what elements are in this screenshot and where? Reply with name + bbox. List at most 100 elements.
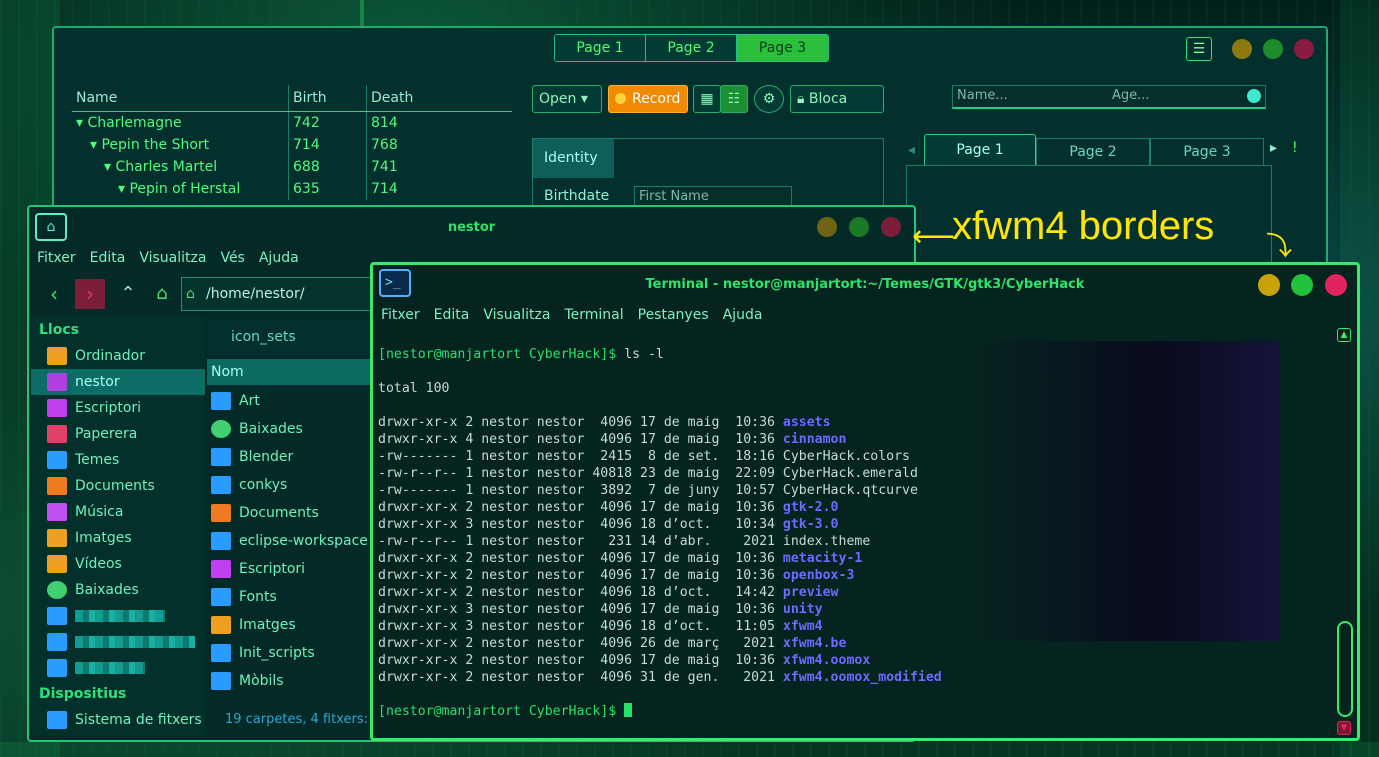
location-bar[interactable]: ⌂ /home/nestor/ — [181, 277, 381, 311]
right-notebook-prev[interactable]: ◂ — [908, 142, 915, 158]
terminal-output[interactable]: [nestor@manjartort CyberHack]$ ls -l tot… — [378, 329, 942, 738]
settings-button[interactable]: ⚙ — [754, 85, 784, 113]
ls-file-name: CyberHack.qtcurve — [782, 483, 918, 498]
list-view-button[interactable]: ☷ — [720, 85, 748, 113]
ls-dir-name: xfwm4.be — [782, 636, 847, 651]
menu-edita[interactable]: Edita — [90, 250, 126, 266]
place-pictures[interactable]: Imatges — [31, 525, 205, 551]
menu-pestanyes[interactable]: Pestanyes — [638, 307, 709, 323]
place-documents[interactable]: Documents — [31, 473, 205, 499]
scroll-down-button[interactable]: ▼ — [1337, 721, 1351, 735]
column-header-name[interactable]: Nom — [207, 359, 377, 385]
tree-row[interactable]: ▾ Pepin the Short 714 768 — [72, 134, 512, 156]
tab-icon-sets[interactable]: icon_sets — [207, 319, 377, 355]
tree-row[interactable]: ▾ Charles Martel 688 741 — [72, 156, 512, 178]
menu-visualitza[interactable]: Visualitza — [139, 250, 206, 266]
hamburger-menu-button[interactable]: ☰ — [1186, 37, 1212, 61]
ls-dir-name: metacity-1 — [782, 551, 863, 566]
maximize-button[interactable] — [1263, 39, 1283, 59]
header-tab-1[interactable]: Page 1 — [555, 35, 646, 61]
close-button[interactable] — [1294, 39, 1314, 59]
home-button[interactable]: ⌂ — [147, 279, 177, 309]
expander-icon[interactable]: ▾ — [118, 181, 129, 197]
menu-ajuda[interactable]: Ajuda — [259, 250, 299, 266]
minimize-button[interactable] — [1232, 39, 1252, 59]
place-desktop[interactable]: Escriptori — [31, 395, 205, 421]
emoji-icon[interactable] — [1247, 89, 1261, 103]
right-notebook-tab-3[interactable]: Page 3 — [1150, 138, 1264, 166]
lock-toggle-button[interactable]: 🔒︎ Bloca — [790, 85, 884, 113]
ls-dir-name: xfwm4.oomox — [782, 653, 871, 668]
forward-button[interactable]: › — [75, 279, 105, 309]
folder-icon — [47, 607, 67, 625]
expander-icon[interactable]: ▾ — [76, 115, 87, 131]
place-music[interactable]: Música — [31, 499, 205, 525]
menu-ajuda[interactable]: Ajuda — [723, 307, 763, 323]
header-tab-3[interactable]: Page 3 — [737, 35, 828, 61]
right-notebook-tab-1[interactable]: Page 1 — [924, 134, 1036, 166]
place-trash[interactable]: Paperera — [31, 421, 205, 447]
menu-fitxer[interactable]: Fitxer — [37, 250, 76, 266]
menu-edita[interactable]: Edita — [434, 307, 470, 323]
minimize-button[interactable] — [1258, 274, 1280, 296]
tree-row[interactable]: ▾ Charlemagne 742 814 — [72, 112, 512, 134]
place-computer[interactable]: Ordinador — [31, 343, 205, 369]
device-filesystem[interactable]: Sistema de fitxers — [31, 707, 205, 733]
menu-ves[interactable]: Vés — [220, 250, 244, 266]
menu-fitxer[interactable]: Fitxer — [381, 307, 420, 323]
tree-cell-birth: 635 — [289, 178, 367, 200]
minimize-button[interactable] — [817, 217, 837, 237]
ls-file-name: index.theme — [782, 534, 871, 549]
col-birth-header[interactable]: Birth — [289, 85, 367, 111]
place-themes[interactable]: Temes — [31, 447, 205, 473]
tree-cell-birth: 742 — [289, 112, 367, 134]
terminal-app-icon: >_ — [379, 269, 411, 297]
ls-dir-name: gtk-3.0 — [782, 517, 839, 532]
expander-icon[interactable]: ▾ — [90, 137, 101, 153]
window-title: Terminal - nestor@manjartort:~/Temes/GTK… — [645, 277, 1085, 292]
col-name-header[interactable]: Name — [72, 85, 289, 111]
tree-row[interactable]: ▾ Pepin of Herstal 635 714 — [72, 178, 512, 200]
ls-line: -rw------- 1 nestor nestor 2415 8 de set… — [378, 448, 942, 465]
close-button[interactable] — [1325, 274, 1347, 296]
col-death-header[interactable]: Death — [367, 85, 510, 111]
folder-icon — [47, 451, 67, 469]
place-bookmark[interactable] — [31, 629, 205, 655]
right-notebook-tab-2[interactable]: Page 2 — [1036, 138, 1150, 166]
place-bookmark[interactable] — [31, 655, 205, 681]
close-button[interactable] — [881, 217, 901, 237]
pictures-folder-icon — [211, 616, 231, 634]
name-field[interactable]: Name... — [952, 85, 1110, 109]
ls-line: drwxr-xr-x 2 nestor nestor 4096 17 de ma… — [378, 414, 942, 431]
up-button[interactable]: ⌃ — [113, 279, 143, 309]
ls-dir-name: assets — [782, 415, 831, 430]
prompt-line: [nestor@manjartort CyberHack]$ ls -l — [378, 347, 664, 362]
home-folder-app-icon: ⌂ — [35, 213, 67, 241]
ls-meta: drwxr-xr-x 2 nestor nestor 4096 17 de ma… — [378, 568, 783, 583]
open-button[interactable]: Open ▾ — [532, 85, 602, 113]
scrollbar-thumb[interactable] — [1337, 621, 1353, 717]
place-videos[interactable]: Vídeos — [31, 551, 205, 577]
menu-visualitza[interactable]: Visualitza — [483, 307, 550, 323]
grid-view-button[interactable]: ▦ — [693, 85, 721, 113]
ls-meta: drwxr-xr-x 2 nestor nestor 4096 31 de ge… — [378, 670, 783, 685]
expander-icon[interactable]: ▾ — [104, 159, 115, 175]
header-tab-2[interactable]: Page 2 — [646, 35, 737, 61]
record-button[interactable]: Record — [608, 85, 688, 113]
folder-icon — [47, 659, 67, 677]
back-button[interactable]: ‹ — [39, 279, 69, 309]
maximize-button[interactable] — [849, 217, 869, 237]
age-field[interactable]: Age... — [1108, 85, 1266, 109]
scroll-up-button[interactable]: ▲ — [1337, 328, 1351, 342]
place-home[interactable]: nestor — [31, 369, 205, 395]
ls-meta: -rw-r--r-- 1 nestor nestor 40818 23 de m… — [378, 466, 783, 481]
tree-cell-name: Pepin the Short — [101, 137, 210, 153]
notebook-action-icon[interactable]: ! — [1292, 140, 1298, 156]
place-downloads[interactable]: Baixades — [31, 577, 205, 603]
place-bookmark[interactable] — [31, 603, 205, 629]
ls-line: drwxr-xr-x 2 nestor nestor 4096 18 d’oct… — [378, 584, 942, 601]
terminal-background-preview — [980, 341, 1280, 641]
maximize-button[interactable] — [1291, 274, 1313, 296]
right-notebook-next[interactable]: ▸ — [1270, 140, 1277, 156]
menu-terminal[interactable]: Terminal — [564, 307, 623, 323]
